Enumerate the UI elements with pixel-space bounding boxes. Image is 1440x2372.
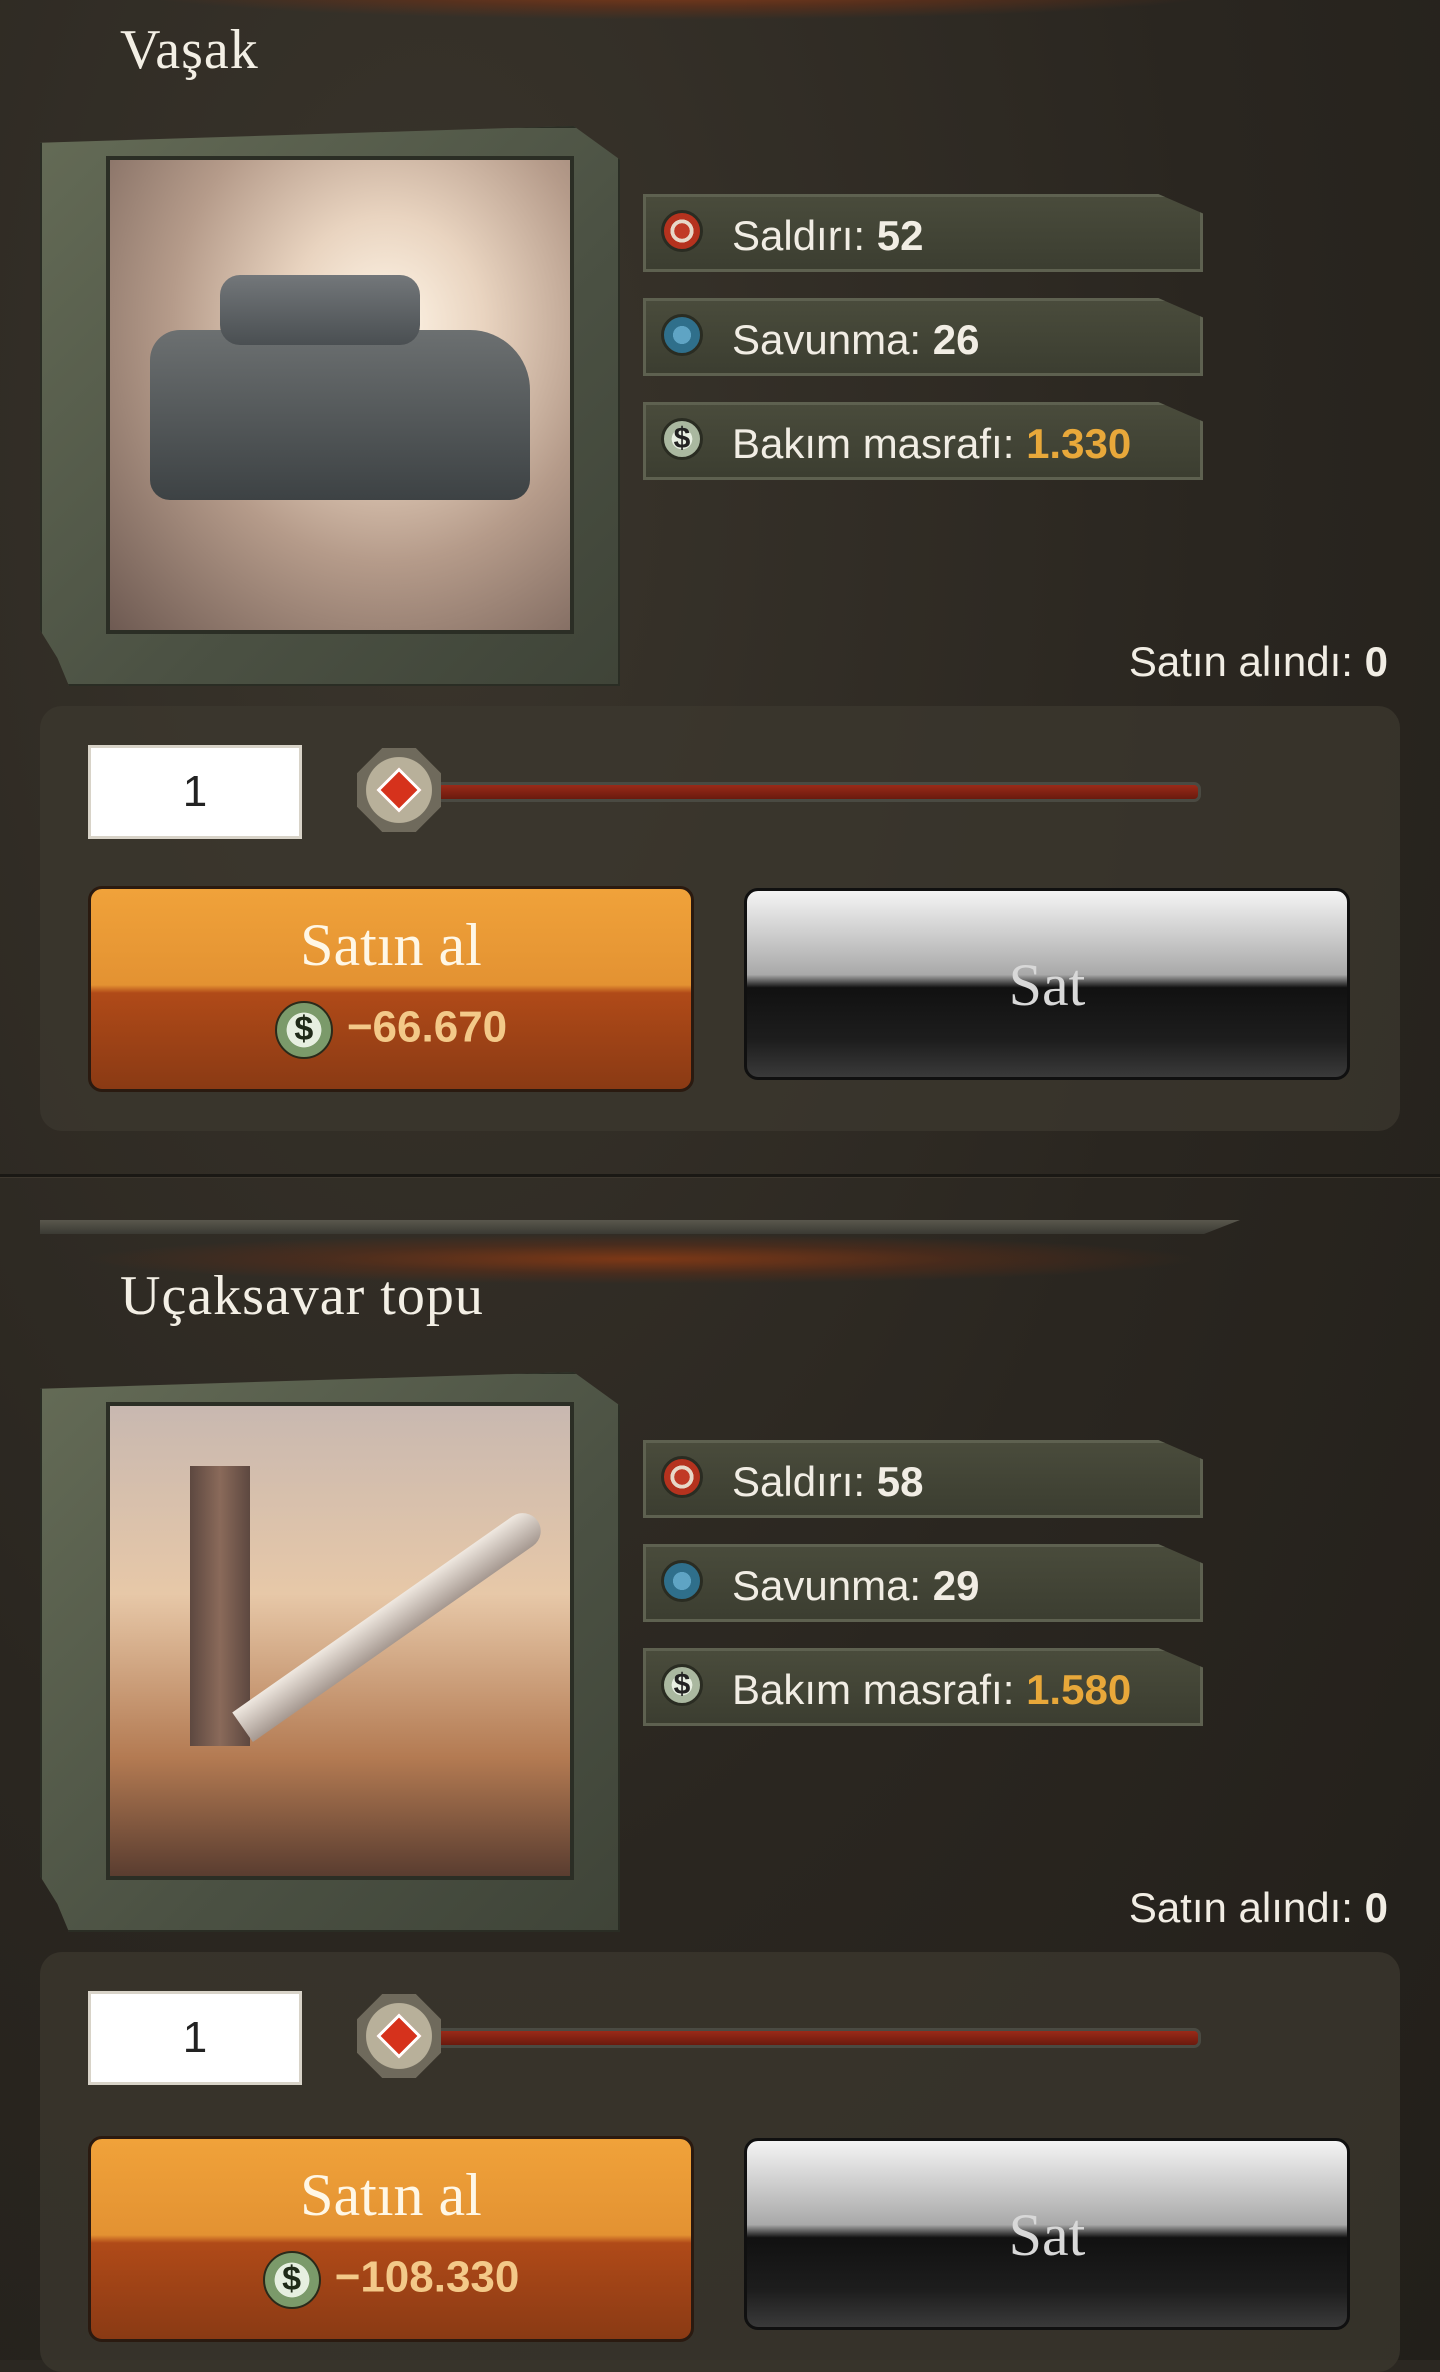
unit-image-frame (40, 1372, 620, 1932)
quantity-input[interactable]: 1 (88, 1991, 302, 2085)
unit-title: Uçaksavar topu (120, 1265, 484, 1327)
stat-upkeep-label: Bakım masrafı: (732, 1666, 1015, 1713)
stat-defense-value: 29 (932, 1562, 980, 1609)
stat-upkeep-value: 1.330 (1026, 420, 1132, 467)
dollar-coin-icon: $ (661, 1664, 703, 1706)
stat-defense: Savunma: 26 (643, 298, 1203, 376)
unit-card: Uçaksavar topu Saldırı: 58 Savunma: 29 $… (0, 1180, 1440, 2372)
buy-button[interactable]: Satın al $ −108.330 (88, 2136, 694, 2342)
shield-icon (661, 314, 703, 356)
stat-attack-value: 52 (876, 212, 924, 259)
armored-vehicle-image (106, 156, 574, 634)
stat-attack-label: Saldırı: (732, 212, 866, 259)
stat-defense: Savunma: 29 (643, 1544, 1203, 1622)
stat-upkeep: $ Bakım masrafı: 1.580 (643, 1648, 1203, 1726)
bought-label: Satın alındı: (1128, 1884, 1353, 1931)
dollar-coin-icon: $ (274, 1001, 333, 1059)
sell-button[interactable]: Sat (744, 888, 1350, 1080)
dollar-coin-icon: $ (262, 2251, 321, 2309)
stat-attack-value: 58 (876, 1458, 924, 1505)
dollar-coin-icon: $ (661, 418, 703, 460)
stat-attack: Saldırı: 58 (643, 1440, 1203, 1518)
unit-image-frame (40, 126, 620, 686)
buy-button[interactable]: Satın al $ −66.670 (88, 886, 694, 1092)
bought-label: Satın alındı: (1128, 638, 1353, 685)
stat-attack-label: Saldırı: (732, 1458, 866, 1505)
buy-button-label: Satın al (300, 2162, 482, 2228)
sell-button-label: Sat (1008, 2202, 1086, 2268)
buy-price: $ −66.670 (91, 1001, 691, 1059)
missile-launcher-image (106, 1402, 574, 1880)
bought-value: 0 (1364, 1884, 1388, 1931)
quantity-slider-track[interactable] (400, 2028, 1201, 2048)
sell-button[interactable]: Sat (744, 2138, 1350, 2330)
quantity-input[interactable]: 1 (88, 745, 302, 839)
buy-price-value: −66.670 (346, 1002, 508, 1052)
stat-attack: Saldırı: 52 (643, 194, 1203, 272)
buy-button-label: Satın al (300, 912, 482, 978)
unit-title: Vaşak (120, 19, 259, 81)
bought-value: 0 (1364, 638, 1388, 685)
stat-upkeep: $ Bakım masrafı: 1.330 (643, 402, 1203, 480)
stat-upkeep-label: Bakım masrafı: (732, 420, 1015, 467)
stat-defense-label: Savunma: (732, 316, 922, 363)
stat-defense-value: 26 (932, 316, 980, 363)
quantity-slider-track[interactable] (400, 782, 1201, 802)
crosshair-icon (661, 1456, 703, 1498)
shield-icon (661, 1560, 703, 1602)
crosshair-icon (661, 210, 703, 252)
buy-price-value: −108.330 (334, 2252, 520, 2302)
stat-upkeep-value: 1.580 (1026, 1666, 1132, 1713)
unit-card: Vaşak Saldırı: 52 Savunma: 26 $ Bakım ma… (0, 0, 1440, 1170)
stat-defense-label: Savunma: (732, 1562, 922, 1609)
buy-price: $ −108.330 (91, 2251, 691, 2309)
section-divider (0, 1174, 1440, 1178)
sell-button-label: Sat (1008, 952, 1086, 1018)
bought-count: Satın alındı: 0 (1129, 1884, 1388, 1932)
bought-count: Satın alındı: 0 (1129, 638, 1388, 686)
